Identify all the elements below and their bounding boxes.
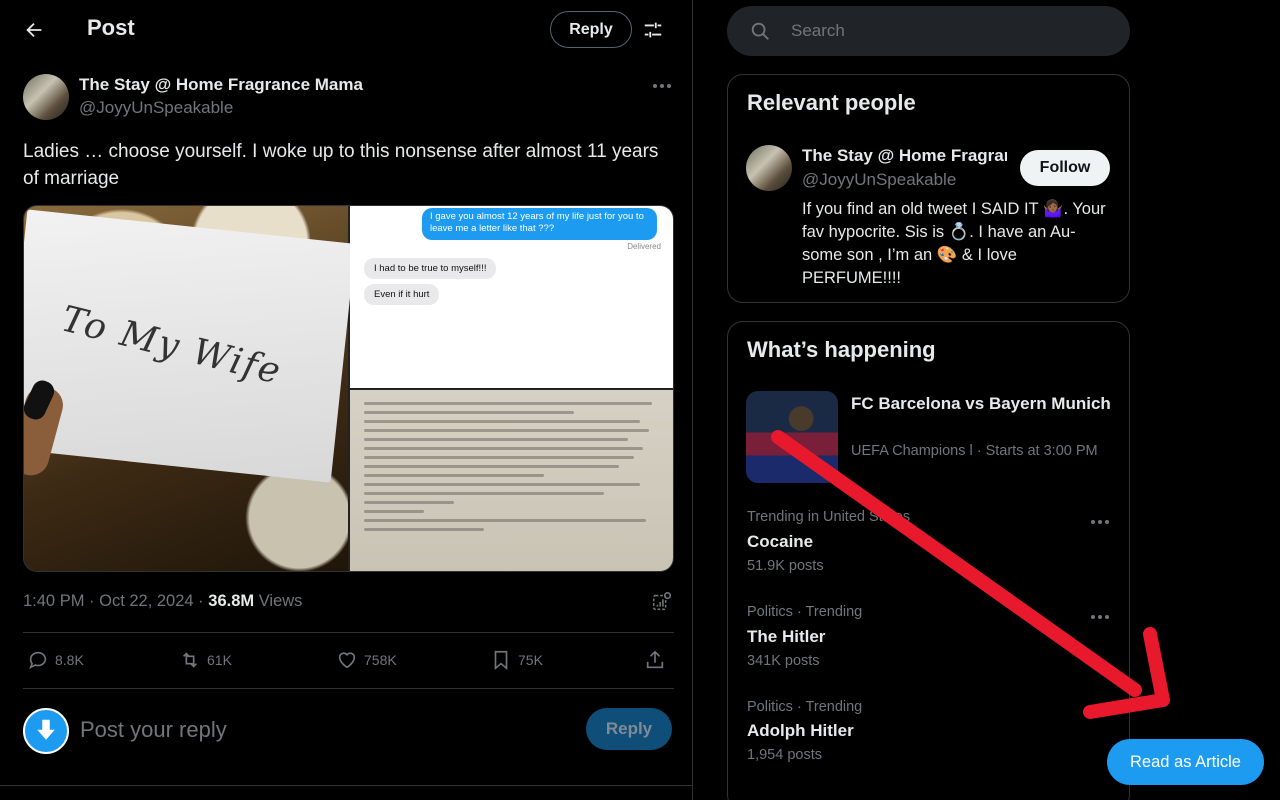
author-avatar[interactable] [23,74,69,120]
event-title[interactable]: FC Barcelona vs Bayern Munich [851,392,1111,415]
divider [23,688,674,689]
bookmark-icon [494,650,508,671]
reply-count: 8.8K [55,652,84,668]
reply-button[interactable]: Reply [550,11,632,48]
bookmark-action[interactable]: 75K [490,640,543,680]
share-icon [646,650,664,669]
heart-icon [338,652,356,669]
trend-count: 1,954 posts [747,747,822,763]
reply-submit-button[interactable]: Reply [586,708,672,750]
right-sidebar: Relevant people The Stay @ Home Fragranc… [693,0,1280,800]
search-icon [749,20,771,42]
search-input[interactable] [791,6,1111,56]
main-column: Post Reply The Stay @ Home Fragrance Mam… [0,0,693,800]
trend-meta: Politics · Trending [747,699,863,715]
chat-received-bubble: Even if it hurt [364,284,440,305]
envelope-text: To My Wife [57,298,287,393]
whats-happening-card: What’s happening FC Barcelona vs Bayern … [727,321,1130,800]
trend-name[interactable]: Adolph Hitler [747,721,854,741]
page-title: Post [87,15,135,40]
tweet-metadata: 1:40 PM · Oct 22, 2024 · 36.8M Views [23,592,302,611]
more-options-icon[interactable] [1088,611,1112,623]
envelope: To My Wife [24,209,356,483]
back-arrow-icon[interactable] [20,16,48,44]
tweet-time[interactable]: 1:40 PM · Oct 22, 2024 · [23,592,208,610]
views-label: Views [254,592,303,610]
reply-action[interactable]: 8.8K [27,640,84,680]
analytics-icon[interactable] [651,591,673,613]
search-bar[interactable] [727,6,1130,56]
chat-received-bubble: I had to be true to myself!!! [364,258,497,279]
whats-happening-title: What’s happening [747,337,936,362]
more-options-icon[interactable] [650,80,674,92]
like-action[interactable]: 758K [336,640,397,680]
trend-meta: Trending in United States [747,509,911,525]
letter-photo[interactable] [350,390,673,571]
trend-count: 51.9K posts [747,558,824,574]
like-count: 758K [364,652,397,668]
chat-status: Delivered [627,242,661,251]
person-avatar[interactable] [746,145,792,191]
repost-icon [182,652,198,668]
download-arrow-icon [37,719,55,740]
repost-action[interactable]: 61K [179,640,232,680]
tweet-media[interactable]: To My Wife I gave you almost 12 years of… [23,205,674,572]
person-bio: If you find an old tweet I SAID IT 🤷🏾‍♀️… [802,200,1106,287]
comment-icon [29,651,47,670]
share-action[interactable] [644,640,666,680]
trend-meta: Politics · Trending [747,604,863,620]
trend-name[interactable]: The Hitler [747,627,825,647]
person-name[interactable]: The Stay @ Home Fragrance Mama [802,146,1007,166]
divider [0,785,692,786]
repost-count: 61K [207,652,232,668]
person-handle[interactable]: @JoyyUnSpeakable [802,170,956,190]
author-handle[interactable]: @JoyyUnSpeakable [79,98,233,118]
trend-name[interactable]: Cocaine [747,532,813,552]
tweet-actions: 8.8K 61K 758K 75K [23,640,674,680]
event-image[interactable] [746,391,838,483]
follow-button[interactable]: Follow [1020,150,1110,186]
event-subtitle: UEFA Champions l · Starts at 3:00 PM [851,443,1098,459]
top-bar: Post Reply [0,0,692,60]
views-count: 36.8M [208,592,255,610]
relevant-people-card: Relevant people The Stay @ Home Fragranc… [727,74,1130,303]
more-options-icon[interactable] [1088,516,1112,528]
divider [23,632,674,633]
relevant-people-title: Relevant people [747,90,916,115]
tweet-text: Ladies … choose yourself. I woke up to t… [23,141,659,189]
trend-count: 341K posts [747,653,820,669]
chat-screenshot[interactable]: I gave you almost 12 years of my life ju… [350,206,673,388]
reply-input[interactable] [80,712,560,748]
author-name[interactable]: The Stay @ Home Fragrance Mama [79,75,363,95]
bookmark-count: 75K [518,652,543,668]
envelope-photo[interactable]: To My Wife [24,206,356,571]
user-avatar[interactable] [23,708,69,754]
chat-sent-bubble: I gave you almost 12 years of my life ju… [422,208,657,240]
letter-text-lines [364,396,664,537]
sliders-icon[interactable] [642,19,664,41]
read-as-article-button[interactable]: Read as Article [1107,739,1264,785]
